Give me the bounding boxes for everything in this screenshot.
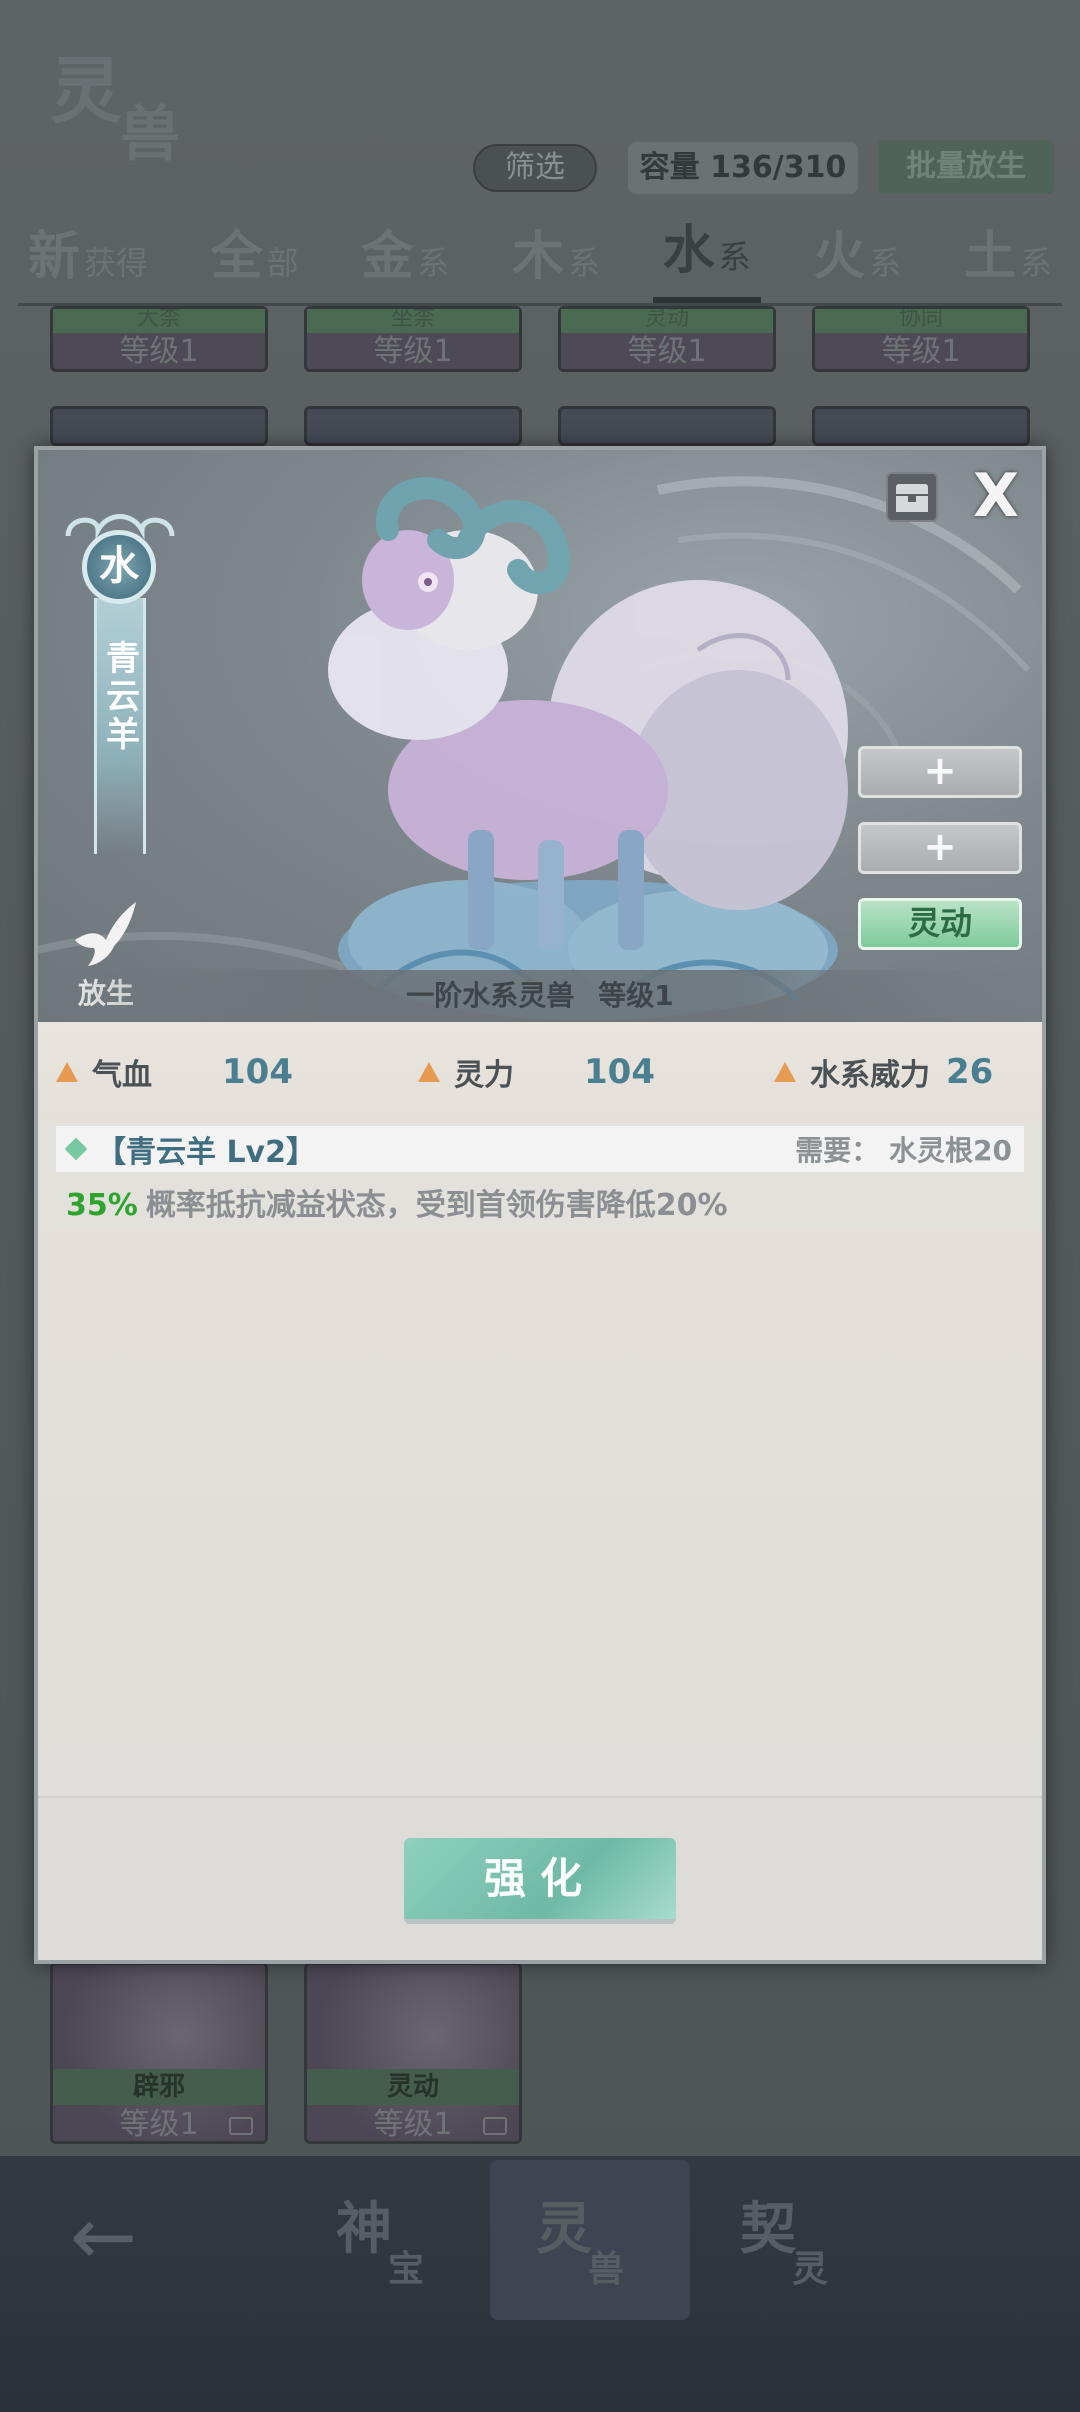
stat-hp: 气血 104 <box>56 1050 293 1094</box>
content-area <box>38 1230 1042 1814</box>
batch-release-button[interactable]: 批量放生 <box>878 140 1054 194</box>
card-stars <box>50 406 268 446</box>
element-badge: 水 <box>82 530 156 604</box>
upgrade-button[interactable]: 强化 <box>404 1838 676 1924</box>
beast-card[interactable]: 大柰 等级1 <box>50 306 268 372</box>
stat-water-might: 水系威力 26 <box>774 1050 993 1094</box>
beast-card[interactable]: 坐柰 等级1 <box>304 306 522 372</box>
beast-card[interactable]: 灵动 等级1 <box>304 1962 522 2144</box>
add-slot-button-1[interactable]: + <box>858 746 1022 798</box>
spirit-beast-logo: 灵 兽 <box>50 48 180 170</box>
beast-card[interactable]: 协同 等级1 <box>812 306 1030 372</box>
tab-new[interactable]: 新获得 <box>18 214 158 303</box>
beast-detail-modal: X 水 青云羊 + + 灵动 一阶水系灵兽 等级1 气血 104 灵力 104 … <box>34 446 1046 1964</box>
up-arrow-icon <box>56 1062 78 1082</box>
stats-row: 气血 104 灵力 104 水系威力 26 <box>38 1022 1042 1122</box>
tab-metal[interactable]: 金系 <box>351 214 459 303</box>
tab-all[interactable]: 全部 <box>201 214 309 303</box>
skill-title: 【青云羊 Lv2】 <box>96 1135 316 1170</box>
beast-level: 等级1 <box>598 979 674 1012</box>
up-arrow-icon <box>418 1062 440 1082</box>
card-stars <box>812 406 1030 446</box>
chest-icon <box>483 2117 507 2135</box>
chest-icon <box>229 2117 253 2135</box>
nav-spirit-beast[interactable]: 灵兽 <box>536 2184 624 2290</box>
beast-name: 青云羊 <box>99 640 140 754</box>
tab-fire[interactable]: 火系 <box>803 214 911 303</box>
bottom-card-row: 辟邪 等级1 灵动 等级1 <box>50 1962 522 2144</box>
beast-card[interactable]: 灵动 等级1 <box>558 306 776 372</box>
card-star-row <box>50 406 1030 446</box>
beast-tier: 一阶水系灵兽 <box>406 979 575 1012</box>
capacity-badge: 容量 136/310 <box>628 142 858 194</box>
stat-spirit-power: 灵力 104 <box>418 1050 655 1094</box>
skill-percent: 35% <box>66 1188 138 1223</box>
card-stars <box>304 406 522 446</box>
skill-header: 【青云羊 Lv2】 需要： 水灵根20 <box>56 1126 1024 1172</box>
bird-icon <box>75 902 136 966</box>
nav-contract-spirit[interactable]: 契灵 <box>740 2184 828 2290</box>
up-arrow-icon <box>774 1062 796 1082</box>
card-stars <box>558 406 776 446</box>
beast-hero-panel: X 水 青云羊 + + 灵动 一阶水系灵兽 等级1 <box>38 450 1042 1022</box>
agile-skill-button[interactable]: 灵动 <box>858 898 1022 950</box>
diamond-icon <box>64 1137 88 1161</box>
tab-water[interactable]: 水系 <box>652 208 761 303</box>
element-tabs: 新获得 全部 金系 木系 水系 火系 土系 <box>18 218 1062 306</box>
skill-description: 35% 概率抵抗减益状态，受到首领伤害降低20% <box>66 1180 728 1224</box>
filter-button[interactable]: 筛选 <box>473 144 597 192</box>
skill-effect: 概率抵抗减益状态，受到首领伤害降低20% <box>145 1188 728 1223</box>
chest-button[interactable] <box>886 472 938 522</box>
beast-illustration <box>328 477 848 1020</box>
beast-tier-caption: 一阶水系灵兽 等级1 <box>38 970 1042 1022</box>
back-arrow-icon[interactable]: ← <box>70 2197 180 2277</box>
tab-earth[interactable]: 土系 <box>954 214 1062 303</box>
beast-card[interactable]: 辟邪 等级1 <box>50 1962 268 2144</box>
add-slot-button-2[interactable]: + <box>858 822 1022 874</box>
skill-requirement: 需要： 水灵根20 <box>795 1134 1012 1167</box>
close-button[interactable]: X <box>968 466 1024 526</box>
nav-divine-treasure[interactable]: 神宝 <box>336 2184 424 2290</box>
tab-wood[interactable]: 木系 <box>502 214 610 303</box>
top-card-row: 大柰 等级1 坐柰 等级1 灵动 等级1 协同 等级1 <box>50 306 1030 372</box>
